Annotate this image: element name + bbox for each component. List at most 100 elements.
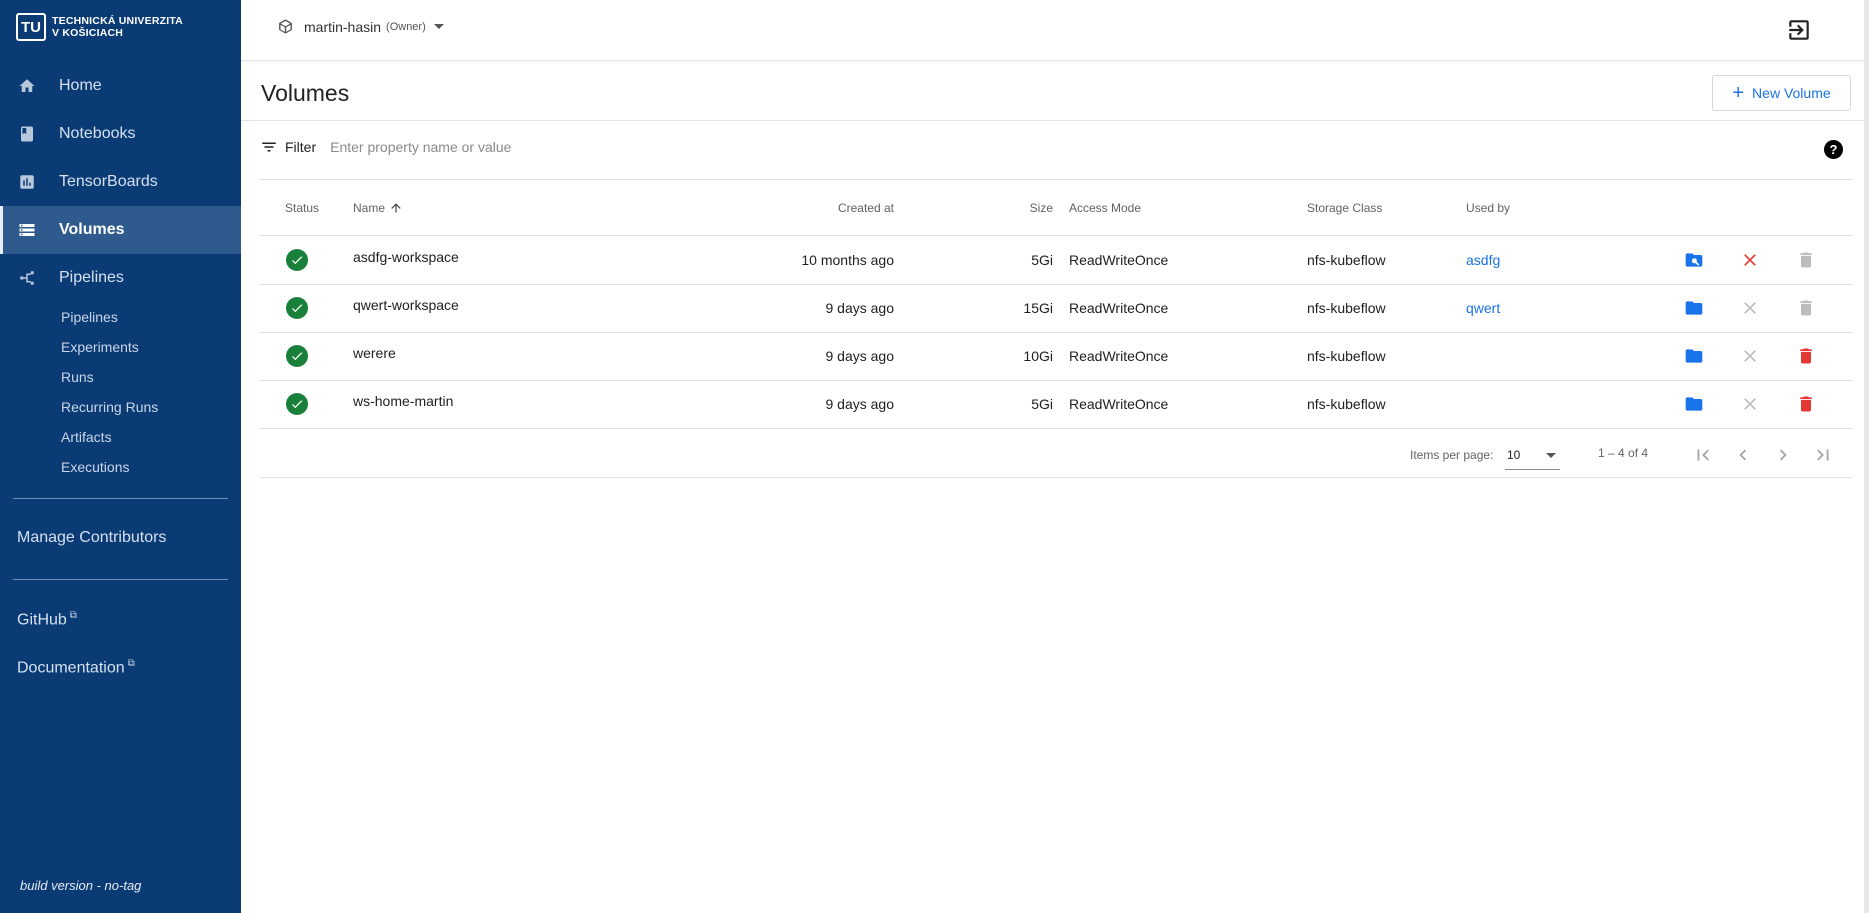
manage-contributors-link[interactable]: Manage Contributors xyxy=(17,529,166,547)
storage-class: nfs-kubeflow xyxy=(1307,396,1386,412)
logout-icon[interactable] xyxy=(1786,17,1812,43)
column-header-used-by: Used by xyxy=(1466,201,1511,215)
close-viewer-button[interactable] xyxy=(1738,392,1762,416)
top-bar: martin-hasin (Owner) xyxy=(241,0,1866,61)
chevron-right-icon xyxy=(1779,449,1787,461)
last-page-icon xyxy=(1817,449,1829,461)
check-circle-icon xyxy=(286,393,308,415)
sidebar-subitem-experiments[interactable]: Experiments xyxy=(0,332,241,362)
status-cell xyxy=(286,236,308,284)
storage-class: nfs-kubeflow xyxy=(1307,252,1386,268)
logo-mark: TU xyxy=(16,13,46,41)
sidebar-item-label: Volumes xyxy=(59,221,125,238)
sidebar-subitem-executions[interactable]: Executions xyxy=(0,452,241,482)
sidebar-item-home[interactable]: Home xyxy=(0,62,241,110)
browse-volume-button[interactable] xyxy=(1682,248,1706,272)
created-at: 9 days ago xyxy=(825,300,895,316)
next-page-button[interactable] xyxy=(1769,441,1797,469)
sidebar-item-pipelines[interactable]: Pipelines xyxy=(0,254,241,302)
filter-divider xyxy=(260,179,1852,180)
home-icon xyxy=(17,76,37,96)
volume-size: 5Gi xyxy=(1031,252,1053,268)
university-logo[interactable]: TU TECHNICKÁ UNIVERZITA V KOŠICIACH xyxy=(16,13,183,41)
namespace-name: martin-hasin xyxy=(304,18,382,35)
close-icon xyxy=(1744,302,1756,314)
namespace-role: (Owner) xyxy=(386,20,426,33)
volume-size: 5Gi xyxy=(1031,396,1053,412)
status-cell xyxy=(286,332,308,380)
pipeline-icon xyxy=(17,268,37,288)
browse-volume-button[interactable] xyxy=(1682,296,1706,320)
namespace-selector[interactable]: martin-hasin (Owner) xyxy=(277,18,444,35)
new-volume-button[interactable]: + New Volume xyxy=(1712,75,1851,111)
delete-volume-button[interactable] xyxy=(1794,344,1818,368)
volume-size: 10Gi xyxy=(1023,348,1053,364)
page-size-value: 10 xyxy=(1507,448,1521,462)
list-icon xyxy=(17,220,37,240)
sidebar-subitem-recurring-runs[interactable]: Recurring Runs xyxy=(0,392,241,422)
folder-icon xyxy=(1685,397,1703,411)
close-viewer-button[interactable] xyxy=(1738,296,1762,320)
trash-icon xyxy=(1800,396,1812,412)
sidebar-item-label: Home xyxy=(59,77,102,94)
page-size-select[interactable]: 10 xyxy=(1505,441,1560,470)
items-per-page-label: Items per page: xyxy=(1410,448,1494,462)
sidebar-subitem-pipelines[interactable]: Pipelines xyxy=(0,302,241,332)
first-page-button[interactable] xyxy=(1689,441,1717,469)
chevron-left-icon xyxy=(1739,449,1747,461)
check-circle-icon xyxy=(286,297,308,319)
sidebar-item-label: TensorBoards xyxy=(59,173,158,190)
previous-page-button[interactable] xyxy=(1729,441,1757,469)
filter-input[interactable] xyxy=(328,138,933,156)
trash-icon xyxy=(1800,300,1812,316)
documentation-label: Documentation xyxy=(17,659,125,677)
github-label: GitHub xyxy=(17,611,67,629)
check-circle-icon xyxy=(286,345,308,367)
access-mode: ReadWriteOnce xyxy=(1069,300,1169,316)
volume-name: ws-home-martin xyxy=(353,393,454,409)
sidebar-divider xyxy=(13,579,228,580)
page-title: Volumes xyxy=(261,80,350,106)
table-row: werere 9 days ago 10Gi ReadWriteOnce nfs-kub… xyxy=(260,332,1852,381)
used-by-link[interactable]: asdfg xyxy=(1466,236,1500,284)
logo-line-1: TECHNICKÁ UNIVERZITA xyxy=(52,15,183,27)
column-header-status: Status xyxy=(285,201,320,215)
column-header-created: Created at xyxy=(837,201,894,215)
sidebar-subitem-artifacts[interactable]: Artifacts xyxy=(0,422,241,452)
sort-ascending-icon xyxy=(391,203,401,213)
build-version: build version - no-tag xyxy=(20,878,142,893)
sidebar-item-volumes[interactable]: Volumes xyxy=(0,206,241,254)
used-by-link[interactable]: qwert xyxy=(1466,284,1500,332)
github-link[interactable]: GitHub ⧉ xyxy=(17,610,77,629)
column-header-name[interactable]: Name xyxy=(353,201,403,215)
delete-volume-button[interactable] xyxy=(1794,392,1818,416)
created-at: 9 days ago xyxy=(825,348,895,364)
storage-class: nfs-kubeflow xyxy=(1307,300,1386,316)
page-range: 1 – 4 of 4 xyxy=(1598,446,1649,460)
sidebar-item-tensorboards[interactable]: TensorBoards xyxy=(0,158,241,206)
paginator-divider xyxy=(260,477,1852,478)
close-viewer-button[interactable] xyxy=(1738,344,1762,368)
delete-volume-button[interactable] xyxy=(1794,248,1818,272)
first-page-icon xyxy=(1697,449,1709,461)
access-mode: ReadWriteOnce xyxy=(1069,396,1169,412)
trash-icon xyxy=(1800,252,1812,268)
page-scrollbar[interactable] xyxy=(1864,0,1869,913)
close-viewer-button[interactable] xyxy=(1738,248,1762,272)
browse-volume-button[interactable] xyxy=(1682,392,1706,416)
close-icon xyxy=(1744,350,1756,362)
sidebar-item-label: Notebooks xyxy=(59,125,136,142)
logo-line-2: V KOŠICIACH xyxy=(52,27,124,39)
sidebar-subitem-runs[interactable]: Runs xyxy=(0,362,241,392)
volume-name: werere xyxy=(353,345,396,361)
last-page-button[interactable] xyxy=(1809,441,1837,469)
plus-icon: + xyxy=(1732,82,1745,104)
sidebar-item-notebooks[interactable]: Notebooks xyxy=(0,110,241,158)
help-icon[interactable]: ? xyxy=(1824,140,1843,159)
documentation-link[interactable]: Documentation ⧉ xyxy=(17,658,135,677)
browse-volume-button[interactable] xyxy=(1682,344,1706,368)
delete-volume-button[interactable] xyxy=(1794,296,1818,320)
table-row: asdfg-workspace 10 months ago 5Gi ReadWrite… xyxy=(260,236,1852,285)
sidebar-item-label: Pipelines xyxy=(59,269,124,286)
new-volume-label: New Volume xyxy=(1752,85,1831,101)
